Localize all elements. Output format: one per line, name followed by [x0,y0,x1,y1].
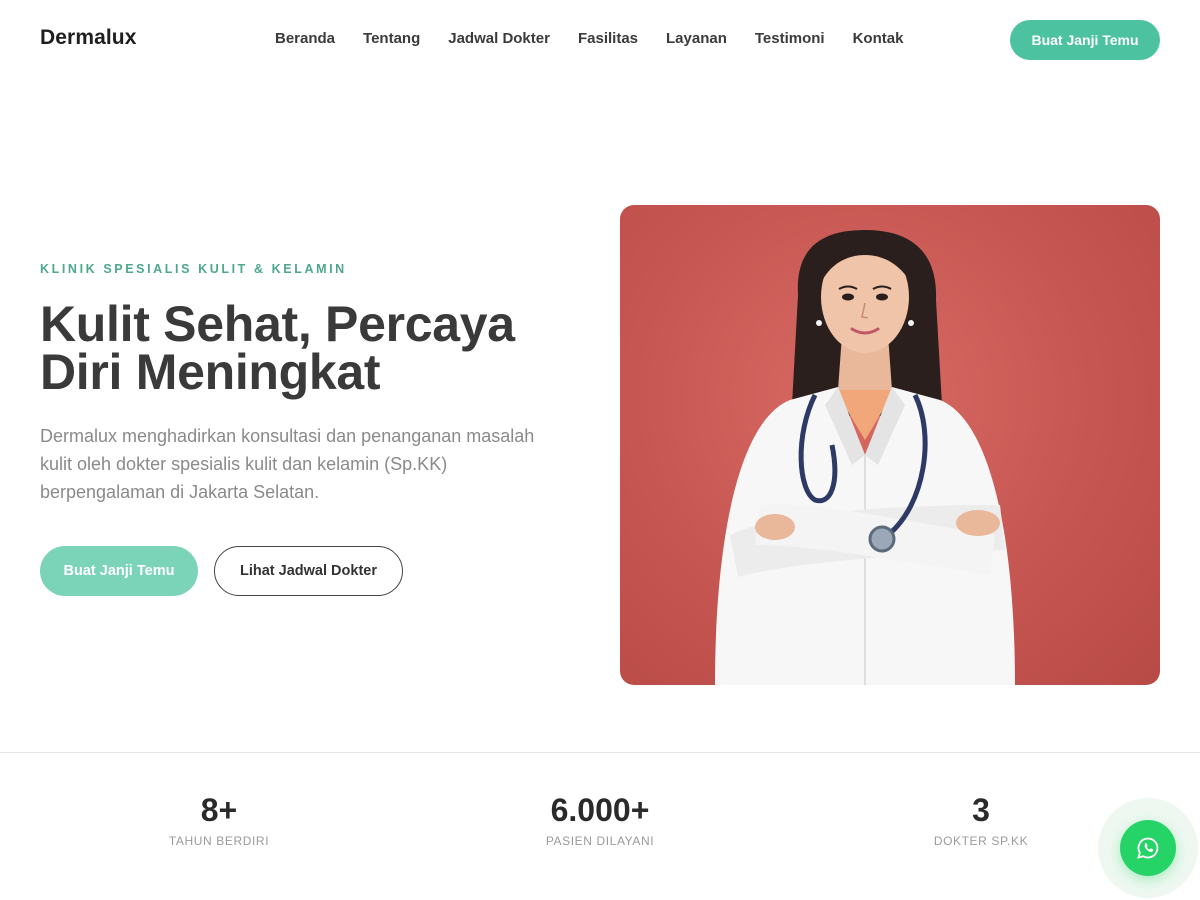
hero-description: Dermalux menghadirkan konsultasi dan pen… [40,426,535,502]
nav-link-fasilitas[interactable]: Fasilitas [578,30,638,47]
nav-link-testimoni[interactable]: Testimoni [755,30,825,47]
top-navigation: Dermalux Beranda Tentang Jadwal Dokter F… [0,0,1200,80]
doctor-schedule-button[interactable]: Lihat Jadwal Dokter [214,546,403,596]
stat-value: 8+ [200,792,238,828]
nav-appointment-button[interactable]: Buat Janji Temu [1010,20,1160,60]
whatsapp-button[interactable] [1120,820,1176,876]
doctor-photo [620,205,1160,685]
stat-label: PASIEN DILAYANI [545,834,655,848]
main-menu: Beranda Tentang Jadwal Dokter Fasilitas … [275,30,903,47]
stat-label: DOKTER SP.KK [933,834,1029,848]
whatsapp-icon [1137,837,1159,859]
stat-years: 8+ TAHUN BERDIRI [89,790,349,848]
nav-link-kontak[interactable]: Kontak [853,30,904,47]
doctor-illustration [715,230,1015,685]
nav-link-jadwal-dokter[interactable]: Jadwal Dokter [448,30,550,47]
stat-patients: 6.000+ PASIEN DILAYANI [470,790,730,848]
nav-link-layanan[interactable]: Layanan [666,30,727,47]
hero-headline: Kulit Sehat, Percaya Diri Meningkat [40,296,515,400]
stat-doctors: 3 DOKTER SP.KK [851,790,1111,848]
hero-eyebrow: KLINIK SPESIALIS KULIT & KELAMIN [40,262,347,276]
nav-link-tentang[interactable]: Tentang [363,30,420,47]
stat-value: 3 [972,792,990,828]
hero-text: KLINIK SPESIALIS KULIT & KELAMIN Kulit S… [40,262,580,506]
stat-label: TAHUN BERDIRI [168,834,270,848]
hero-appointment-button[interactable]: Buat Janji Temu [40,546,198,596]
brand-logo[interactable]: Dermalux [40,26,137,50]
hero-actions: Buat Janji Temu Lihat Jadwal Dokter [40,546,403,596]
section-divider [0,752,1200,753]
stat-value: 6.000+ [550,792,650,828]
nav-link-beranda[interactable]: Beranda [275,30,335,47]
